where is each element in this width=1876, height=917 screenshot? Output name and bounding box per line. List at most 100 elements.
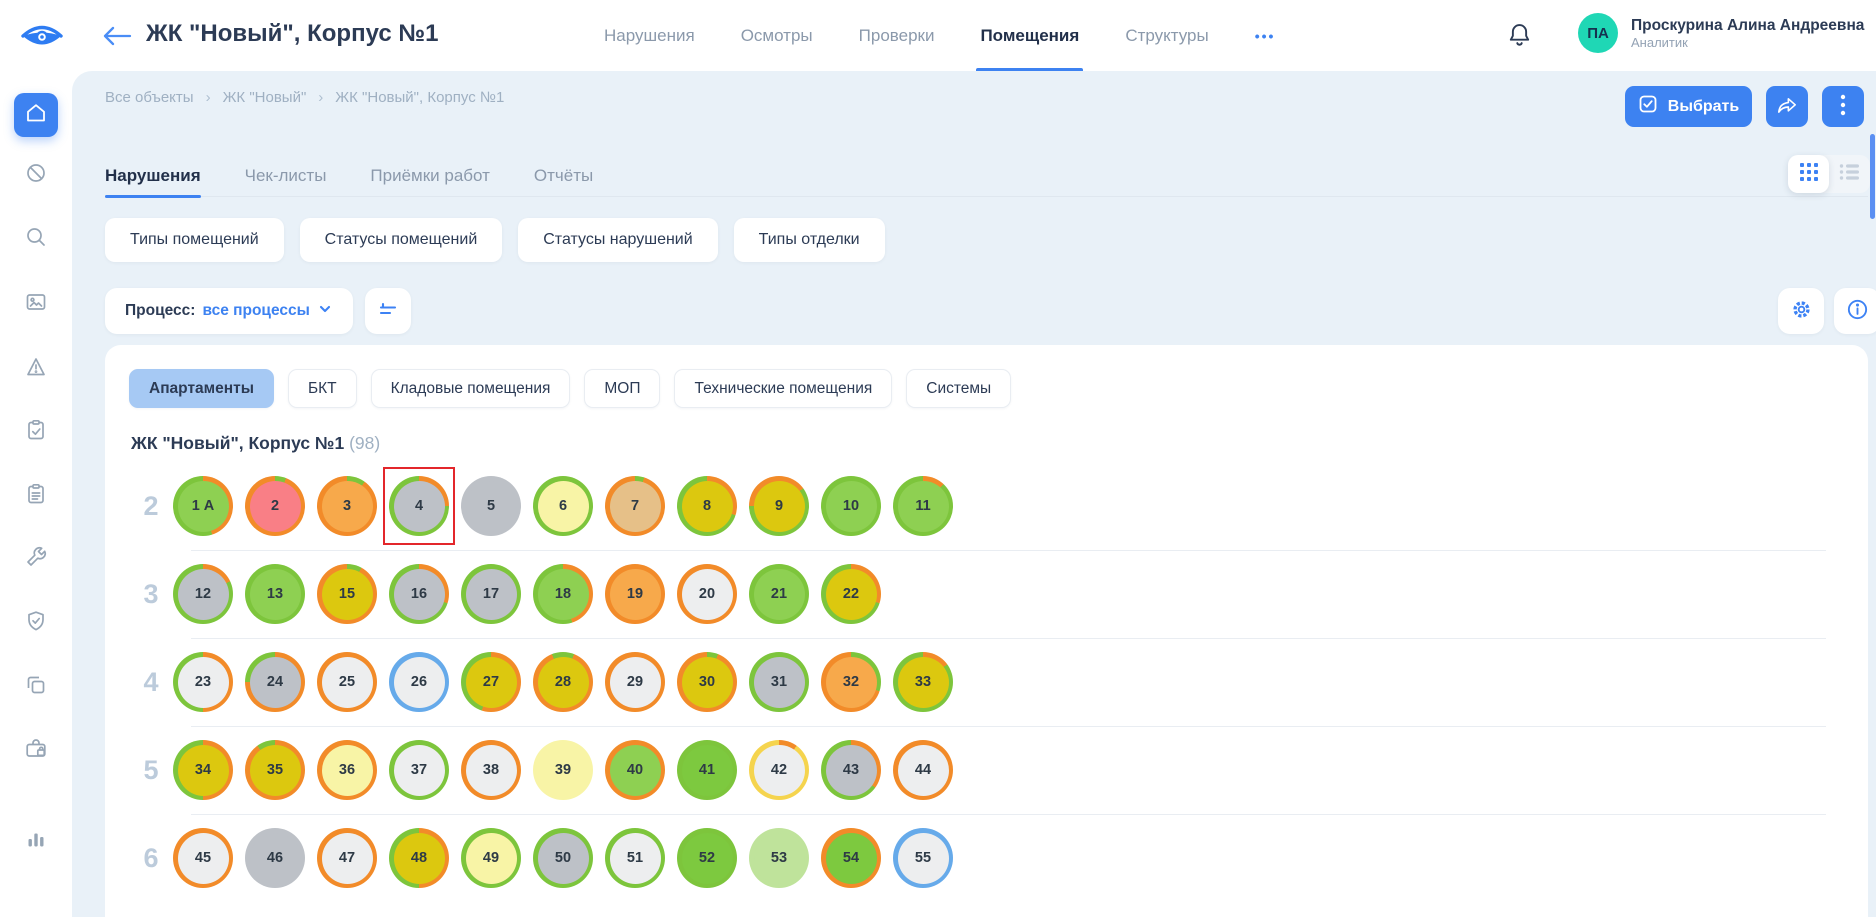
process-dropdown[interactable]: Процесс: все процессы xyxy=(105,288,353,334)
sidebar-item-shield[interactable] xyxy=(14,601,58,645)
unit-circle[interactable]: 45 xyxy=(173,828,233,888)
unit-circle[interactable]: 39 xyxy=(533,740,593,800)
list-view-button[interactable] xyxy=(1829,155,1870,193)
notifications-bell-icon[interactable] xyxy=(1506,21,1533,54)
select-button[interactable]: Выбрать xyxy=(1625,86,1752,127)
unit-circle[interactable]: 21 xyxy=(749,564,809,624)
category-technical-rooms[interactable]: Технические помещения xyxy=(674,369,892,408)
sort-button[interactable] xyxy=(365,288,411,334)
unit-circle[interactable]: 29 xyxy=(605,652,665,712)
unit-circle[interactable]: 49 xyxy=(461,828,521,888)
unit-circle[interactable]: 38 xyxy=(461,740,521,800)
category-systems[interactable]: Системы xyxy=(906,369,1011,408)
filter-violation-statuses[interactable]: Статусы нарушений xyxy=(518,218,717,262)
unit-circle[interactable]: 41 xyxy=(677,740,737,800)
grid-view-button[interactable] xyxy=(1788,155,1829,193)
category-bkt[interactable]: БКТ xyxy=(288,369,357,408)
scrollbar-thumb[interactable] xyxy=(1870,134,1875,219)
tab-work-acceptance[interactable]: Приёмки работ xyxy=(370,155,489,196)
info-button[interactable] xyxy=(1834,288,1876,334)
unit-circle[interactable]: 20 xyxy=(677,564,737,624)
sidebar-item-block[interactable] xyxy=(14,153,58,197)
sidebar-item-copy[interactable] xyxy=(14,665,58,709)
unit-circle[interactable]: 33 xyxy=(893,652,953,712)
unit-circle[interactable]: 22 xyxy=(821,564,881,624)
sidebar-item-warning[interactable] xyxy=(14,347,58,391)
category-mop[interactable]: МОП xyxy=(584,369,660,408)
nav-item-structures[interactable]: Структуры xyxy=(1125,0,1208,71)
unit-circle[interactable]: 55 xyxy=(893,828,953,888)
sidebar-item-search[interactable] xyxy=(14,217,58,261)
filter-finish-types[interactable]: Типы отделки xyxy=(734,218,885,262)
unit-circle[interactable]: 6 xyxy=(533,476,593,536)
unit-circle[interactable]: 16 xyxy=(389,564,449,624)
sidebar-item-wrench[interactable] xyxy=(14,537,58,581)
unit-circle[interactable]: 42 xyxy=(749,740,809,800)
unit-circle[interactable]: 13 xyxy=(245,564,305,624)
sidebar-item-case-lock[interactable] xyxy=(14,729,58,773)
unit-circle[interactable]: 18 xyxy=(533,564,593,624)
breadcrumb-all-objects[interactable]: Все объекты xyxy=(105,89,194,106)
more-actions-button[interactable] xyxy=(1822,86,1864,127)
unit-circle[interactable]: 44 xyxy=(893,740,953,800)
nav-item-rooms[interactable]: Помещения xyxy=(980,0,1079,71)
sidebar-item-bar-chart[interactable] xyxy=(14,819,58,863)
app-logo-eye-icon[interactable] xyxy=(20,22,64,55)
unit-circle[interactable]: 40 xyxy=(605,740,665,800)
unit-circle[interactable]: 3 xyxy=(317,476,377,536)
unit-circle[interactable]: 28 xyxy=(533,652,593,712)
unit-circle[interactable]: 30 xyxy=(677,652,737,712)
unit-circle[interactable]: 50 xyxy=(533,828,593,888)
unit-circle[interactable]: 23 xyxy=(173,652,233,712)
filter-room-types[interactable]: Типы помещений xyxy=(105,218,284,262)
unit-circle[interactable]: 11 xyxy=(893,476,953,536)
unit-circle[interactable]: 9 xyxy=(749,476,809,536)
back-arrow-icon[interactable] xyxy=(102,26,132,51)
unit-circle[interactable]: 2 xyxy=(245,476,305,536)
tab-reports[interactable]: Отчёты xyxy=(534,155,593,196)
sidebar-item-home[interactable] xyxy=(14,93,58,137)
unit-circle[interactable]: 52 xyxy=(677,828,737,888)
unit-circle[interactable]: 31 xyxy=(749,652,809,712)
filter-room-statuses[interactable]: Статусы помещений xyxy=(300,218,503,262)
unit-circle[interactable]: 34 xyxy=(173,740,233,800)
nav-item-violations[interactable]: Нарушения xyxy=(604,0,695,71)
unit-circle[interactable]: 36 xyxy=(317,740,377,800)
unit-circle[interactable]: 53 xyxy=(749,828,809,888)
sidebar-item-clipboard-list[interactable] xyxy=(14,474,58,518)
tab-checklists[interactable]: Чек-листы xyxy=(245,155,327,196)
unit-circle[interactable]: 15 xyxy=(317,564,377,624)
unit-circle[interactable]: 25 xyxy=(317,652,377,712)
nav-item-more[interactable]: ••• xyxy=(1255,0,1276,71)
unit-circle[interactable]: 12 xyxy=(173,564,233,624)
unit-circle[interactable]: 27 xyxy=(461,652,521,712)
user-menu[interactable]: ПА Проскурина Алина Андреевна Аналитик xyxy=(1578,13,1864,53)
unit-circle-selected[interactable]: 4 xyxy=(389,476,449,536)
unit-circle[interactable]: 5 xyxy=(461,476,521,536)
unit-circle[interactable]: 37 xyxy=(389,740,449,800)
unit-circle[interactable]: 46 xyxy=(245,828,305,888)
nav-item-inspections[interactable]: Осмотры xyxy=(741,0,813,71)
unit-circle[interactable]: 48 xyxy=(389,828,449,888)
unit-circle[interactable]: 35 xyxy=(245,740,305,800)
breadcrumb-complex[interactable]: ЖК "Новый" xyxy=(223,89,307,106)
unit-circle[interactable]: 54 xyxy=(821,828,881,888)
unit-circle[interactable]: 10 xyxy=(821,476,881,536)
breadcrumb-building[interactable]: ЖК "Новый", Корпус №1 xyxy=(335,89,504,106)
nav-item-checks[interactable]: Проверки xyxy=(859,0,935,71)
category-apartments[interactable]: Апартаменты xyxy=(129,369,274,408)
sidebar-item-clipboard-check[interactable] xyxy=(14,410,58,454)
unit-circle[interactable]: 17 xyxy=(461,564,521,624)
sidebar-item-board[interactable] xyxy=(14,282,58,326)
unit-circle[interactable]: 43 xyxy=(821,740,881,800)
unit-circle[interactable]: 7 xyxy=(605,476,665,536)
unit-circle[interactable]: 26 xyxy=(389,652,449,712)
unit-circle[interactable]: 24 xyxy=(245,652,305,712)
unit-circle[interactable]: 1 А xyxy=(173,476,233,536)
unit-circle[interactable]: 8 xyxy=(677,476,737,536)
unit-circle[interactable]: 32 xyxy=(821,652,881,712)
unit-circle[interactable]: 47 xyxy=(317,828,377,888)
unit-circle[interactable]: 51 xyxy=(605,828,665,888)
settings-button[interactable] xyxy=(1778,288,1824,334)
share-button[interactable] xyxy=(1766,86,1808,127)
